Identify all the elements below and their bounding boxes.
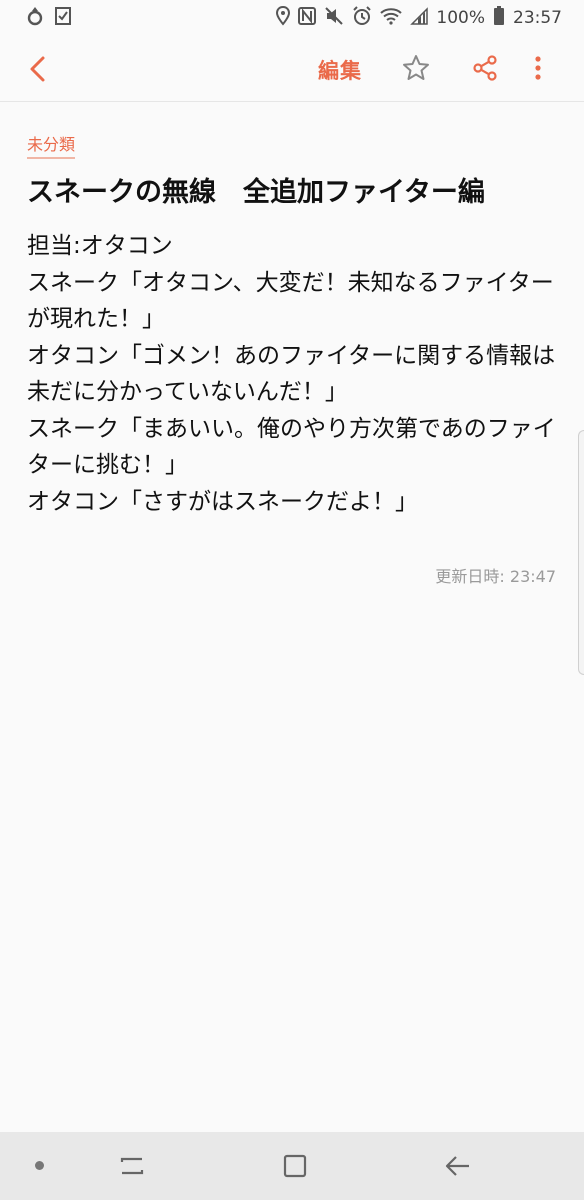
home-icon — [283, 1154, 307, 1178]
clock: 23:57 — [513, 8, 562, 28]
screen: 100% 23:57 編集 未分類 スネークの無線 全追加ファイター編 担当:オ… — [0, 0, 584, 1200]
favorite-button[interactable] — [400, 52, 432, 84]
scroll-handle[interactable] — [578, 430, 584, 675]
checklist-icon — [54, 6, 72, 31]
back-chevron-icon — [30, 56, 45, 82]
back-button[interactable] — [22, 52, 56, 86]
wifi-icon — [380, 7, 403, 30]
mute-icon — [324, 6, 344, 31]
share-button[interactable] — [470, 52, 500, 84]
note-body-line: スネーク「まあいい。俺のやり方次第であのファイターに挑む！」 — [27, 415, 556, 479]
status-left — [26, 6, 72, 31]
alarm-icon — [352, 5, 372, 31]
more-options-button[interactable] — [528, 52, 548, 84]
home-button[interactable] — [282, 1153, 308, 1179]
app-bar: 編集 — [0, 36, 584, 102]
share-icon — [473, 55, 497, 81]
signal-icon — [410, 6, 429, 30]
system-back-button[interactable] — [444, 1152, 472, 1180]
more-vertical-icon — [535, 56, 541, 80]
battery-percent: 100% — [436, 8, 485, 28]
status-bar: 100% 23:57 — [0, 0, 584, 36]
location-icon — [276, 5, 291, 31]
note-body-line: オタコン「ゴメン！あのファイターに関する情報は未だに分かっていないんだ！」 — [27, 342, 556, 406]
edit-button[interactable]: 編集 — [318, 55, 362, 85]
category-tag[interactable]: 未分類 — [27, 131, 76, 159]
recent-apps-icon — [120, 1157, 144, 1175]
note-body-line: スネーク「オタコン、大変だ！未知なるファイターが現れた！」 — [27, 269, 554, 333]
drop-icon — [26, 6, 44, 31]
battery-icon — [493, 5, 505, 31]
status-right: 100% 23:57 — [276, 5, 562, 31]
navigation-bar — [0, 1132, 584, 1200]
updated-timestamp: 更新日時: 23:47 — [435, 567, 556, 586]
note-body-line: オタコン「さすがはスネークだよ！」 — [27, 488, 418, 515]
dot-icon — [35, 1161, 44, 1170]
back-arrow-icon — [445, 1156, 469, 1176]
nfc-icon — [298, 6, 317, 31]
note-title: スネークの無線 全追加ファイター編 — [27, 177, 485, 208]
recent-apps-button[interactable] — [118, 1152, 146, 1180]
note-body[interactable]: 担当:オタコン スネーク「オタコン、大変だ！未知なるファイターが現れた！」 オタ… — [27, 228, 561, 520]
star-icon — [403, 55, 429, 80]
note-body-line: 担当:オタコン — [27, 233, 173, 259]
